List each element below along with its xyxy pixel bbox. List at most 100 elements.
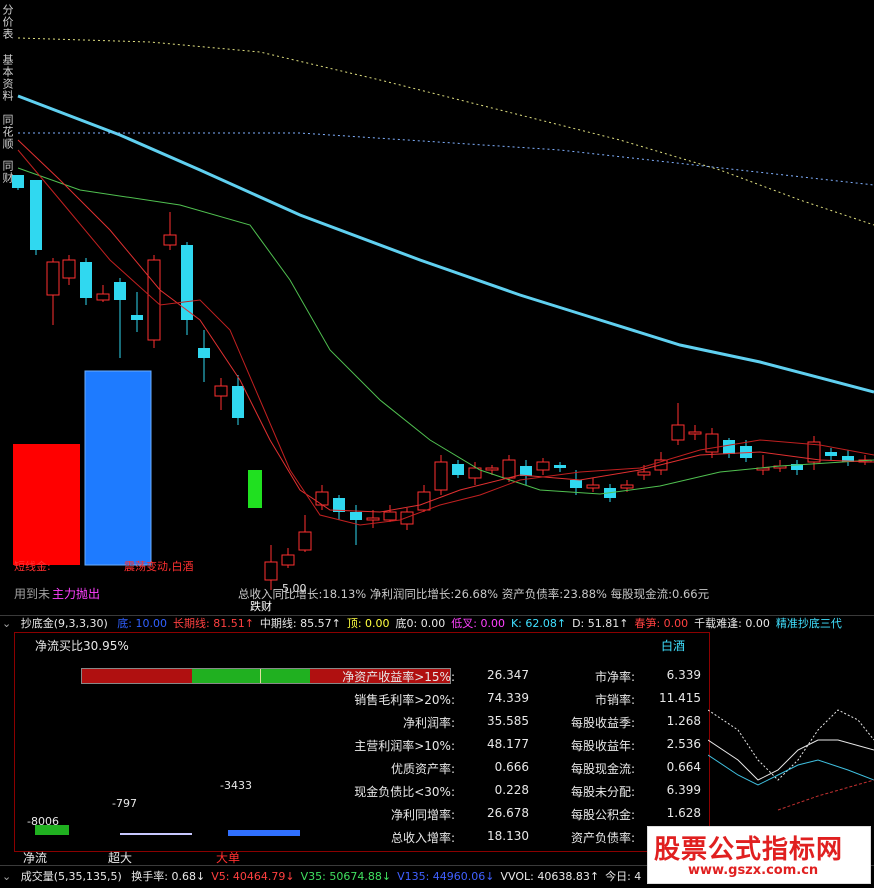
candle-body xyxy=(181,245,193,320)
candle-body xyxy=(586,484,600,489)
candle-body xyxy=(723,440,735,454)
indicator-item: 长期线: 81.51↑ xyxy=(173,617,254,630)
indicator-item: K: 62.08↑ xyxy=(510,617,567,630)
metric-label: 主营利润率>10%: xyxy=(354,739,455,753)
candle-body xyxy=(400,511,414,525)
metric-value: 48.177 xyxy=(487,737,529,751)
indicator-item: V5: 40464.79↓ xyxy=(211,870,295,883)
candle-body xyxy=(417,491,431,511)
indicator-item: VVOL: 40638.83↑ xyxy=(500,870,600,883)
center-label: 震荡变动,白酒 xyxy=(124,559,194,573)
candle-body xyxy=(46,261,60,296)
signal-green-block xyxy=(248,470,262,508)
candle-body xyxy=(671,424,685,441)
tab-tonghuashun[interactable]: 同花顺 xyxy=(0,114,14,154)
metric-label: 优质资产率: xyxy=(390,762,455,776)
ma-long-line xyxy=(17,94,874,394)
candle-body xyxy=(485,467,499,471)
candle-body xyxy=(264,561,278,581)
candle-body xyxy=(383,511,397,521)
indicator-item: 春笋: 0.00 xyxy=(634,617,689,630)
candle-body xyxy=(114,282,126,300)
indicator-item: 今日: 4 xyxy=(605,870,642,883)
metric-value: 0.228 xyxy=(494,783,529,797)
site-logo: 股票公式指标网 www.gszx.com.cn xyxy=(647,826,871,884)
indicator-item: 底0: 0.00 xyxy=(395,617,446,630)
flow-bar xyxy=(120,833,192,835)
fund-inflow-block xyxy=(13,444,80,565)
candle-body xyxy=(637,471,651,476)
ma-dotted-yellow xyxy=(17,37,874,226)
kdj-mini-chart xyxy=(708,709,874,811)
volume-values: 换手率: 0.68↓ V5: 40464.79↓ V35: 50674.88↓ V13… xyxy=(131,870,647,883)
flow-name: 大单 xyxy=(216,851,241,865)
metric-value: 6.399 xyxy=(666,783,701,797)
kline-chart[interactable]: 短线金: 震荡变动,白酒 5.00 用到未 主力抛出 总收入同比增长:18.13… xyxy=(0,0,874,615)
candle-body xyxy=(298,531,312,551)
metric-label: 资产负债率: xyxy=(570,831,635,845)
candle-body xyxy=(96,293,110,301)
candle-body xyxy=(80,262,92,298)
metric-value: 6.339 xyxy=(666,668,701,682)
industry-label: 白酒 xyxy=(661,639,686,653)
metric-label: 净资产收益率>15%: xyxy=(342,670,455,684)
metric-value: 0.664 xyxy=(666,760,701,774)
logo-url: www.gszx.com.cn xyxy=(688,863,819,878)
collapse-icon-volume[interactable]: ⌄ xyxy=(2,870,11,883)
flow-bar xyxy=(228,830,300,836)
indicator-item: 底: 10.00 xyxy=(117,617,167,630)
fundamentals-line: 总收入同比增长:18.13% 净利润同比增长:26.68% 资产负债率:23.8… xyxy=(238,587,710,601)
metric-value: 26.678 xyxy=(487,806,529,820)
volume-name[interactable]: 成交量(5,35,135,5) xyxy=(21,870,122,883)
roe-marker xyxy=(260,669,261,683)
metric-value: 11.415 xyxy=(659,691,701,705)
metric-label: 每股现金流: xyxy=(570,762,635,776)
candle-body xyxy=(281,554,295,566)
metric-label: 市销率: xyxy=(594,693,635,707)
candle-body xyxy=(62,259,76,279)
metric-label: 净利润率: xyxy=(402,716,455,730)
flow-bar xyxy=(35,825,69,835)
collapse-icon[interactable]: ⌄ xyxy=(2,617,11,630)
candle-body xyxy=(434,461,448,491)
metric-label: 现金负债比<30%: xyxy=(354,785,455,799)
fund-outflow-block xyxy=(84,370,152,566)
indicator-header: ⌄ 抄底金(9,3,3,30) 底: 10.00 长期线: 81.51↑ 中期线: … xyxy=(0,615,874,632)
indicator-item: V135: 44960.06↓ xyxy=(397,870,495,883)
net-flow-ratio: 净流买比30.95% xyxy=(35,639,129,653)
candle-body xyxy=(366,517,380,521)
candle-body xyxy=(536,461,550,471)
candle-body xyxy=(570,480,582,488)
tab-basic-info[interactable]: 基本资料 xyxy=(0,54,14,106)
indicator-item: V35: 50674.88↓ xyxy=(300,870,392,883)
indicator-name[interactable]: 抄底金(9,3,3,30) xyxy=(21,617,108,630)
metric-label: 市净率: xyxy=(594,670,635,684)
metric-value: 1.628 xyxy=(666,806,701,820)
candle-body xyxy=(131,315,143,320)
tab-finance[interactable]: 同财 xyxy=(0,160,14,188)
metric-value: 74.339 xyxy=(487,691,529,705)
tab-price-table[interactable]: 分价表 xyxy=(0,4,14,48)
metric-value: 1.268 xyxy=(666,714,701,728)
flow-name: 净流 xyxy=(23,851,48,865)
flow-value: -3433 xyxy=(220,779,252,792)
metric-value: 35.585 xyxy=(487,714,529,728)
candle-body xyxy=(688,431,702,435)
candle-body xyxy=(554,465,566,468)
candle-body xyxy=(520,466,532,476)
indicator-item: 换手率: 0.68↓ xyxy=(131,870,206,883)
candle-body xyxy=(315,491,329,506)
metric-value: 2.536 xyxy=(666,737,701,751)
metric-label: 总收入增率: xyxy=(390,831,455,845)
bottom-label: 跌财 xyxy=(250,599,272,613)
metric-label: 每股收益季: xyxy=(570,716,635,730)
flow-name: 超大 xyxy=(108,851,133,865)
indicator-item: D: 51.81↑ xyxy=(572,617,629,630)
candle-body xyxy=(825,452,837,456)
candle-body xyxy=(163,234,177,246)
flow-value: -797 xyxy=(112,797,137,810)
metric-label: 净利同增率: xyxy=(390,808,455,822)
left-label-2: 用到未 xyxy=(14,587,50,601)
metric-value: 26.347 xyxy=(487,668,529,682)
indicator-values: 底: 10.00 长期线: 81.51↑ 中期线: 85.57↑ 顶: 0.00 底0:… xyxy=(117,617,848,630)
